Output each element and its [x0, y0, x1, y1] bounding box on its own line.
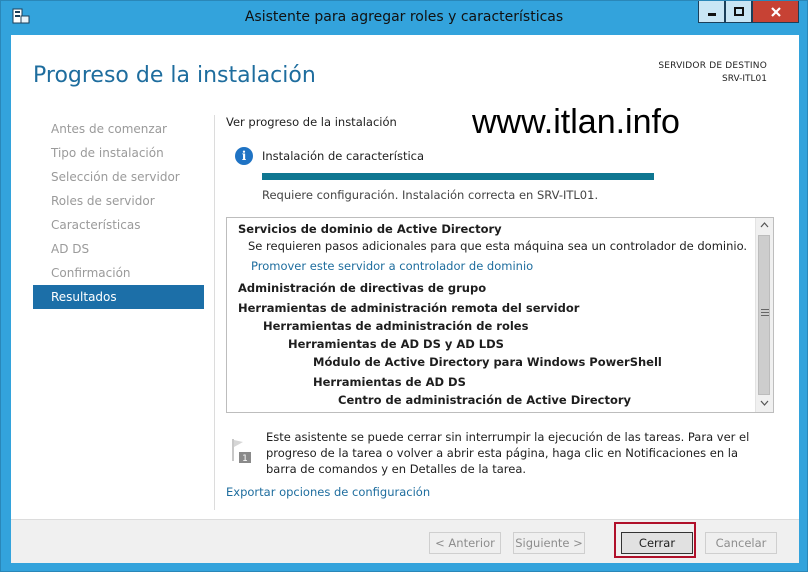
scroll-thumb[interactable] [758, 235, 770, 395]
results-list-item: Herramientas de administración de roles [263, 319, 529, 333]
promote-dc-link[interactable]: Promover este servidor a controlador de … [251, 259, 533, 273]
close-wizard-note: Este asistente se puede cerrar sin inter… [266, 430, 750, 476]
install-progress-bar [262, 173, 654, 180]
results-scrollbar[interactable] [755, 218, 773, 412]
notification-flag-icon: 1 [232, 439, 251, 463]
close-button[interactable]: Cerrar [621, 532, 693, 554]
results-list-item: Herramientas de AD DS y AD LDS [288, 337, 504, 351]
results-list-box[interactable]: Servicios de dominio de Active Directory… [226, 217, 774, 413]
results-list-item: Administración de directivas de grupo [238, 281, 487, 295]
step-resultados[interactable]: Resultados [33, 285, 204, 309]
maximize-icon [733, 6, 744, 16]
step-seleccion-de-servidor[interactable]: Selección de servidor [33, 165, 204, 189]
wizard-steps-nav: Antes de comenzar Tipo de instalación Se… [33, 117, 204, 309]
results-list-item: Herramientas de administración remota de… [238, 301, 580, 315]
chevron-up-icon [760, 222, 769, 228]
feature-install-status: Instalación de característica [262, 149, 425, 163]
scroll-grip-icon [761, 308, 769, 319]
install-result-text: Requiere configuración. Instalación corr… [262, 188, 599, 202]
results-list: Servicios de dominio de Active Directory… [227, 218, 755, 412]
step-tipo-de-instalacion[interactable]: Tipo de instalación [33, 141, 204, 165]
destination-server-label: SERVIDOR DE DESTINO [658, 61, 767, 71]
scroll-down-arrow[interactable] [756, 396, 773, 412]
next-button[interactable]: Siguiente > [513, 532, 585, 554]
title-bar[interactable]: Asistente para agregar roles y caracterí… [1, 1, 807, 35]
window-title: Asistente para agregar roles y caracterí… [244, 9, 564, 25]
step-ad-ds[interactable]: AD DS [33, 237, 204, 261]
maximize-button[interactable] [725, 1, 752, 23]
progress-section-label: Ver progreso de la instalación [226, 115, 397, 129]
close-window-button[interactable] [752, 1, 799, 23]
wizard-client-area: Progreso de la instalación SERVIDOR DE D… [11, 35, 799, 563]
scroll-up-arrow[interactable] [756, 218, 773, 234]
cancel-button[interactable]: Cancelar [705, 532, 777, 554]
wizard-footer: < Anterior Siguiente > Cerrar Cancelar [11, 520, 799, 563]
destination-server-name: SRV-ITL01 [722, 74, 767, 84]
info-icon: i [235, 147, 253, 165]
step-caracteristicas[interactable]: Características [33, 213, 204, 237]
page-title: Progreso de la instalación [33, 63, 316, 88]
results-list-item: Herramientas de AD DS [313, 375, 466, 389]
watermark-text: www.itlan.info [472, 103, 680, 141]
minimize-button[interactable] [698, 1, 725, 23]
results-list-item: Módulo de Active Directory para Windows … [313, 355, 662, 369]
step-confirmacion[interactable]: Confirmación [33, 261, 204, 285]
wizard-window: Asistente para agregar roles y caracterí… [0, 0, 808, 572]
results-list-item: Centro de administración de Active Direc… [338, 393, 632, 407]
export-config-link[interactable]: Exportar opciones de configuración [226, 485, 430, 499]
step-antes-de-comenzar[interactable]: Antes de comenzar [33, 117, 204, 141]
install-progress-fill [262, 173, 654, 180]
minimize-icon [707, 12, 716, 16]
close-icon [770, 6, 781, 17]
results-list-item: Servicios de dominio de Active Directory [238, 222, 502, 236]
svg-text:1: 1 [242, 454, 248, 463]
results-list-item: Se requieren pasos adicionales para que … [248, 239, 748, 253]
step-roles-de-servidor[interactable]: Roles de servidor [33, 189, 204, 213]
nav-divider [214, 115, 215, 510]
previous-button[interactable]: < Anterior [429, 532, 501, 554]
chevron-down-icon [760, 400, 769, 406]
